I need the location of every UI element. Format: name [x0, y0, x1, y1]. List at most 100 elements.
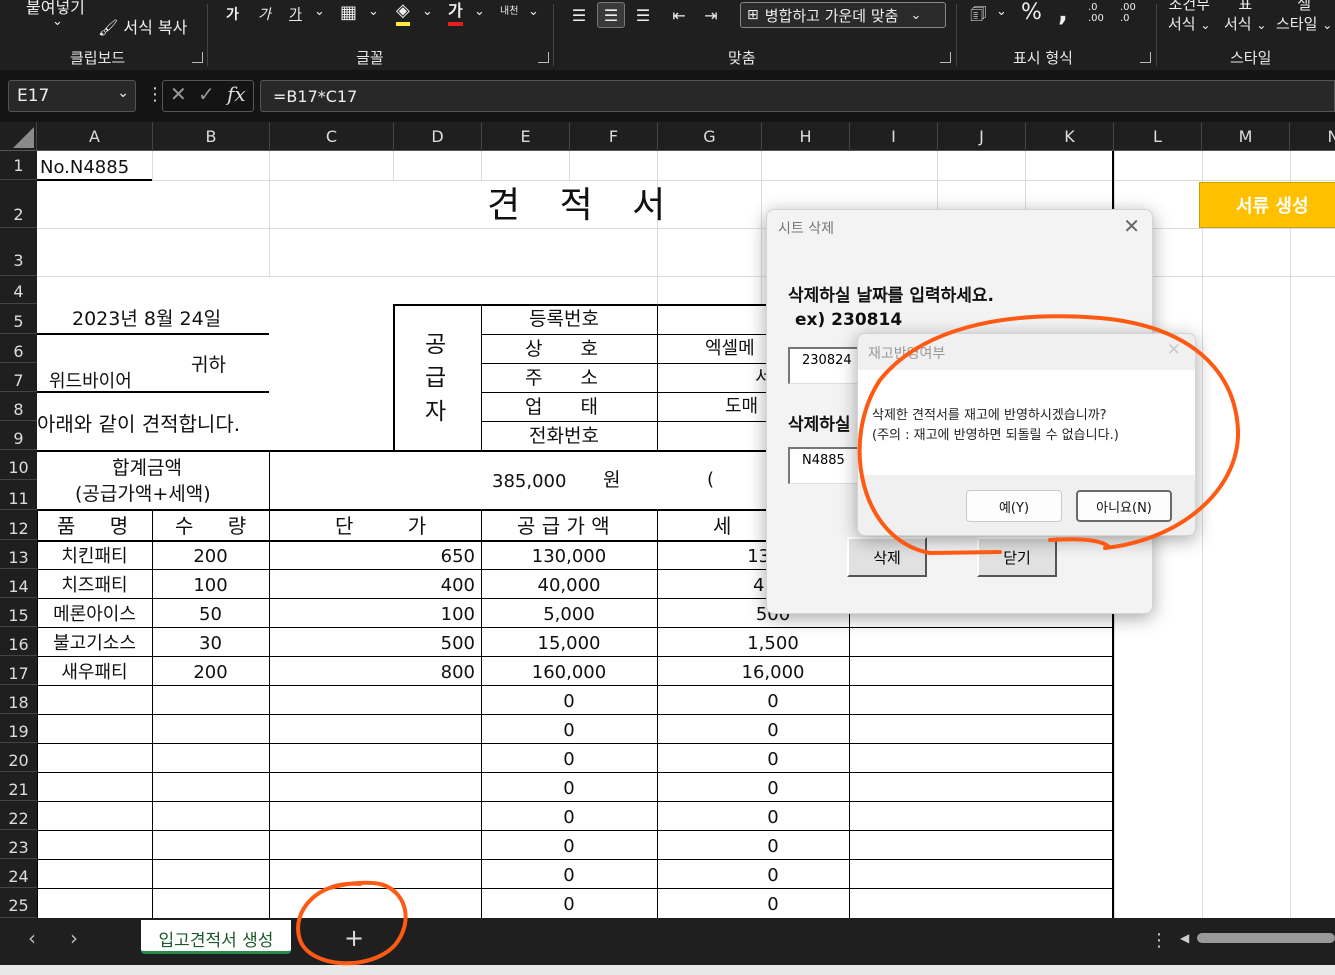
row-header[interactable]: 20	[0, 743, 37, 772]
chevron-down-icon[interactable]: ⌄	[314, 4, 325, 19]
row-header[interactable]: 16	[0, 627, 37, 656]
item-supply-cell[interactable]: 15,000	[481, 635, 657, 653]
item-supply-cell[interactable]: 0	[481, 838, 657, 856]
item-supply-cell[interactable]: 130,000	[481, 548, 657, 566]
item-supply-cell[interactable]: 0	[481, 867, 657, 885]
item-tax-cell[interactable]: 1,500	[657, 635, 889, 653]
chevron-down-icon[interactable]: ⌄	[422, 4, 433, 19]
item-supply-cell[interactable]: 0	[481, 896, 657, 914]
cancel-icon[interactable]: ✕	[170, 82, 187, 106]
align-center-icon[interactable]: ☰	[597, 2, 625, 28]
item-supply-cell[interactable]: 5,000	[481, 606, 657, 624]
scroll-left-icon[interactable]: ◀	[1180, 931, 1189, 945]
enter-check-icon[interactable]: ✓	[198, 82, 215, 106]
cell-styles-button[interactable]: 셀 스타일 ⌄	[1276, 0, 1332, 35]
dialog-launcher-icon[interactable]	[192, 52, 203, 63]
dialog-launcher-icon[interactable]	[940, 52, 951, 63]
close-icon[interactable]: ✕	[1123, 214, 1140, 238]
row-header[interactable]: 10	[0, 450, 37, 480]
increase-indent-icon[interactable]: ⇥	[698, 2, 724, 28]
item-name-cell[interactable]: 새우패티	[37, 664, 152, 682]
row-header[interactable]: 24	[0, 859, 37, 888]
row-header[interactable]: 12	[0, 510, 37, 540]
item-qty-cell[interactable]: 100	[152, 577, 269, 595]
wrap-text-button[interactable]: 내천	[500, 2, 518, 17]
insert-function-button[interactable]: fx	[227, 82, 246, 106]
item-tax-cell[interactable]: 0	[657, 751, 889, 769]
col-header-d[interactable]: D	[394, 122, 482, 151]
decrease-decimal-button[interactable]: .00 .0	[1120, 2, 1144, 24]
align-left-icon[interactable]: ☰	[566, 2, 592, 28]
col-header-a[interactable]: A	[37, 122, 153, 151]
item-name-cell[interactable]: 불고기소스	[37, 635, 152, 653]
item-tax-cell[interactable]: 16,000	[657, 664, 889, 682]
dialog-launcher-icon[interactable]	[1140, 52, 1151, 63]
add-sheet-button[interactable]: +	[344, 924, 364, 952]
item-tax-cell[interactable]: 0	[657, 722, 889, 740]
item-price-cell[interactable]: 400	[269, 577, 479, 595]
row-header[interactable]: 14	[0, 569, 37, 598]
item-name-cell[interactable]: 치킨패티	[37, 548, 152, 566]
format-painter-button[interactable]: 🖌 서식 복사	[98, 14, 187, 38]
item-supply-cell[interactable]: 0	[481, 722, 657, 740]
row-header[interactable]: 4	[0, 276, 37, 304]
item-name-cell[interactable]: 치즈패티	[37, 577, 152, 595]
fill-color-icon[interactable]: ◈	[396, 0, 410, 26]
item-qty-cell[interactable]: 30	[152, 635, 269, 653]
item-price-cell[interactable]: 500	[269, 635, 479, 653]
chevron-left-icon[interactable]: ‹	[28, 926, 36, 950]
sheet-tab-active[interactable]: 입고견적서 생성	[141, 920, 291, 954]
merge-center-button[interactable]: ⊞ 병합하고 가운데 맞춤 ⌄	[740, 2, 946, 28]
item-tax-cell[interactable]: 0	[657, 809, 889, 827]
align-right-icon[interactable]: ☰	[630, 2, 656, 28]
row-header[interactable]: 7	[0, 363, 37, 392]
item-price-cell[interactable]: 100	[269, 606, 479, 624]
item-qty-cell[interactable]: 200	[152, 548, 269, 566]
col-header-e[interactable]: E	[482, 122, 570, 151]
chevron-down-icon[interactable]: ⌄	[474, 4, 485, 19]
conditional-format-button[interactable]: 조건부 서식 ⌄	[1168, 0, 1210, 35]
item-price-cell[interactable]: 800	[269, 664, 479, 682]
generate-document-button[interactable]: 서류 생성	[1199, 182, 1335, 228]
col-header-f[interactable]: F	[570, 122, 658, 151]
chevron-down-icon[interactable]: ⌄	[996, 4, 1007, 19]
chevron-down-icon[interactable]: ⌄	[52, 14, 63, 29]
col-header-m[interactable]: M	[1202, 122, 1290, 151]
delete-button[interactable]: 삭제	[847, 537, 927, 577]
item-supply-cell[interactable]: 160,000	[481, 664, 657, 682]
col-header-n[interactable]: N	[1290, 122, 1335, 151]
item-name-cell[interactable]: 메론아이스	[37, 606, 152, 624]
item-supply-cell[interactable]: 0	[481, 751, 657, 769]
row-header[interactable]: 21	[0, 772, 37, 801]
font-color-button[interactable]: 가	[448, 0, 463, 26]
close-icon[interactable]: ✕	[1167, 340, 1181, 360]
accounting-format-icon[interactable]: 🗊	[970, 2, 987, 32]
increase-decimal-button[interactable]: .0 .00	[1088, 2, 1112, 24]
row-header[interactable]: 3	[0, 228, 37, 276]
row-header[interactable]: 25	[0, 888, 37, 918]
item-supply-cell[interactable]: 40,000	[481, 577, 657, 595]
close-button[interactable]: 닫기	[977, 537, 1057, 577]
dialog-launcher-icon[interactable]	[538, 52, 549, 63]
item-price-cell[interactable]: 650	[269, 548, 479, 566]
row-header[interactable]: 2	[0, 180, 37, 228]
item-supply-cell[interactable]: 0	[481, 809, 657, 827]
item-tax-cell[interactable]: 0	[657, 838, 889, 856]
col-header-l[interactable]: L	[1114, 122, 1202, 151]
shrink-font-button[interactable]: 가	[258, 4, 271, 24]
row-header[interactable]: 1	[0, 151, 37, 180]
no-button[interactable]: 아니요(N)	[1076, 490, 1172, 522]
row-header[interactable]: 8	[0, 392, 37, 421]
chevron-down-icon[interactable]: ⌄	[368, 4, 379, 19]
item-tax-cell[interactable]: 0	[657, 693, 889, 711]
formula-input[interactable]: =B17*C17	[260, 80, 1335, 112]
chevron-down-icon[interactable]: ⌄	[528, 4, 539, 19]
item-qty-cell[interactable]: 200	[152, 664, 269, 682]
comma-style-button[interactable]: ,	[1058, 0, 1068, 28]
row-header[interactable]: 19	[0, 714, 37, 743]
col-header-c[interactable]: C	[270, 122, 394, 151]
col-header-k[interactable]: K	[1026, 122, 1114, 151]
item-supply-cell[interactable]: 0	[481, 693, 657, 711]
grow-font-button[interactable]: 가	[226, 4, 239, 24]
row-header[interactable]: 18	[0, 685, 37, 714]
